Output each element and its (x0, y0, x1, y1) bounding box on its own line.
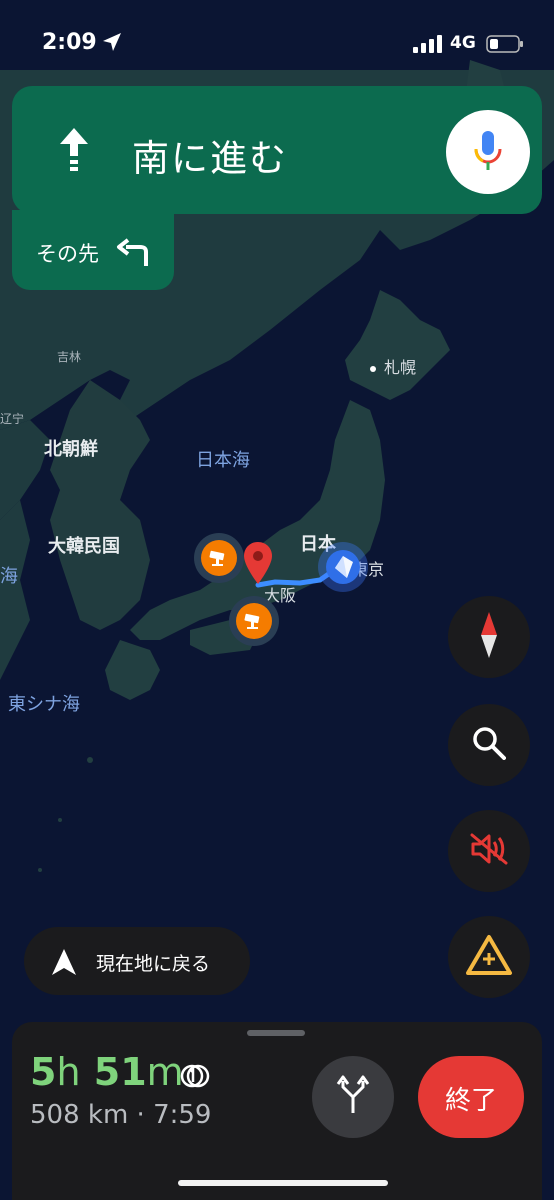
drag-handle[interactable] (247, 1030, 305, 1036)
eta-minutes-unit: m (146, 1050, 184, 1094)
map-label-yellow-sea: 海 (0, 566, 18, 587)
map-label-sapporo: 札幌 (370, 354, 416, 378)
navigate-arrow-icon (52, 949, 76, 979)
recenter-label: 現在地に戻る (96, 953, 211, 975)
speed-camera-icon (236, 603, 272, 639)
speed-camera-icon (201, 540, 237, 576)
eta-hours-unit: h (56, 1050, 81, 1094)
current-location-dot (326, 550, 360, 584)
speed-camera-marker[interactable] (194, 533, 244, 583)
sapporo-text: 札幌 (384, 358, 417, 377)
map-label-liaoning: 辽宁 (0, 412, 25, 426)
up-arrow-icon (56, 126, 92, 176)
status-bar: 2:09 4G (0, 22, 554, 66)
loop-icon (180, 1062, 210, 1094)
status-time: 2:09 (42, 30, 97, 55)
trip-details: 508 km · 7:59 (30, 1100, 212, 1130)
then-instruction: その先 (12, 210, 174, 290)
alternate-routes-icon (335, 1075, 371, 1119)
location-arrow-icon (102, 32, 122, 56)
eta-hours: 5 (30, 1050, 57, 1094)
mute-button[interactable] (448, 810, 530, 892)
map-label-east-china-sea: 東シナ海 (8, 694, 80, 715)
destination-pin-icon[interactable] (244, 542, 272, 590)
network-type: 4G (450, 33, 476, 53)
end-label: 終了 (444, 1086, 497, 1116)
battery-icon (486, 35, 524, 57)
turn-left-icon (116, 238, 150, 272)
mute-icon (469, 832, 509, 870)
direction-instruction: 南に進む (132, 137, 288, 180)
map-label-north-korea: 北朝鮮 (44, 439, 98, 460)
mic-icon (473, 129, 503, 175)
current-location-icon (318, 542, 368, 592)
search-button[interactable] (448, 704, 530, 786)
search-icon (472, 726, 506, 764)
voice-search-button[interactable] (446, 110, 530, 194)
end-navigation-button[interactable]: 終了 (418, 1056, 524, 1138)
alternate-routes-button[interactable] (312, 1056, 394, 1138)
map-label-sea-of-japan: 日本海 (196, 450, 250, 471)
map-label-jilin: 吉林 (57, 350, 82, 364)
compass-button[interactable] (448, 596, 530, 678)
speed-camera-marker[interactable] (229, 596, 279, 646)
home-indicator[interactable] (178, 1180, 388, 1186)
direction-banner[interactable]: 南に進む (12, 86, 542, 214)
trip-panel[interactable]: 5h 51m 508 km · 7:59 終了 (12, 1022, 542, 1200)
city-dot-icon (370, 365, 376, 372)
recenter-button[interactable]: 現在地に戻る (24, 927, 250, 995)
signal-icon (413, 35, 443, 57)
eta-minutes: 51 (93, 1050, 147, 1094)
then-label: その先 (36, 242, 99, 266)
eta-duration: 5h 51m (30, 1050, 184, 1094)
report-incident-button[interactable] (448, 916, 530, 998)
report-incident-icon (465, 934, 513, 980)
map-label-south-korea: 大韓民国 (48, 536, 120, 557)
compass-icon (479, 612, 499, 662)
